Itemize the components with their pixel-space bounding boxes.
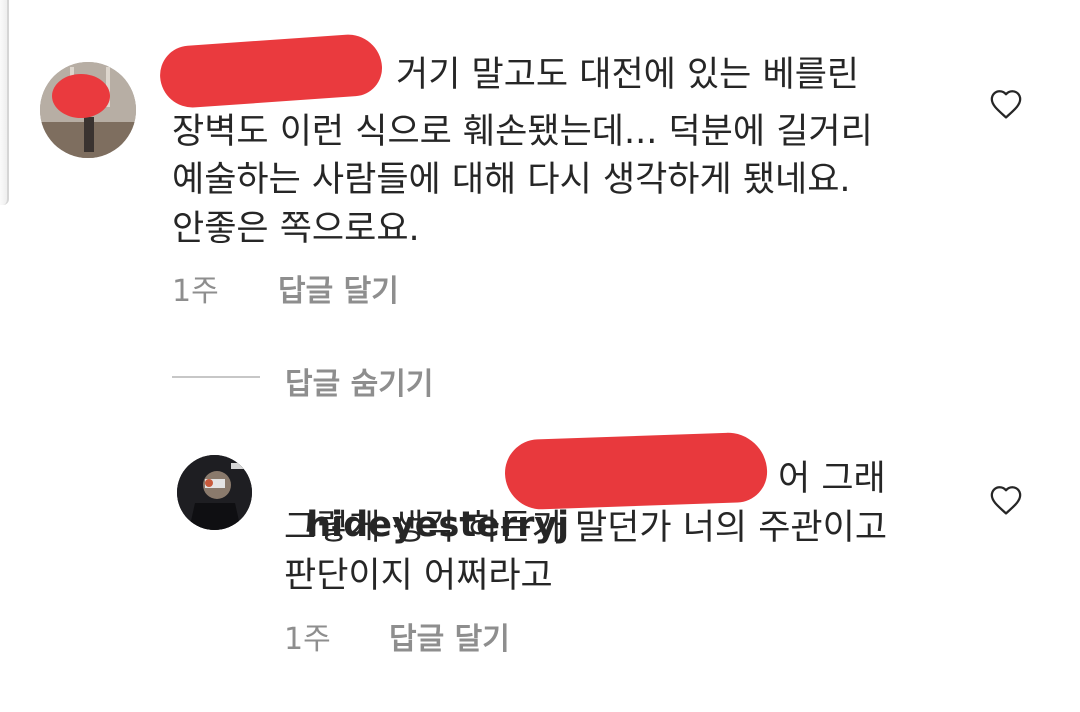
reply-time: 1주	[284, 622, 331, 657]
like-button[interactable]	[989, 484, 1023, 516]
comment-line-2: 장벽도 이런 식으로 훼손됐는데... 덕분에 길거리	[172, 112, 873, 152]
hide-replies-button[interactable]: 답글 숨기기	[285, 359, 433, 403]
username-redaction	[503, 431, 769, 511]
comment-line-1: 거기 말고도 대전에 있는 베를린	[396, 55, 860, 95]
redaction-mark	[52, 74, 110, 118]
replier-avatar[interactable]	[177, 455, 252, 530]
reply-text-line-3: 판단이지 어쩌라고	[284, 556, 553, 596]
replies-divider	[172, 376, 260, 378]
comment-line-4: 안좋은 쪽으로요.	[172, 209, 420, 249]
comment-time: 1주	[172, 274, 219, 309]
like-button[interactable]	[989, 88, 1023, 120]
reply-text-line-1: 어 그래	[778, 459, 886, 499]
comment-line-3: 예술하는 사람들에 대해 다시 생각하게 됐네요.	[172, 160, 851, 200]
sheet-edge	[0, 0, 9, 205]
username-redaction	[158, 32, 384, 110]
avatar-photo	[177, 455, 252, 530]
heart-outline-icon	[990, 90, 1022, 119]
reply-button[interactable]: 답글 달기	[389, 614, 510, 658]
reply-text-line-2: 그렇게 생각 하든가 말던가 너의 주관이고	[284, 508, 888, 548]
reply-button[interactable]: 답글 달기	[278, 266, 399, 310]
heart-outline-icon	[990, 486, 1022, 515]
